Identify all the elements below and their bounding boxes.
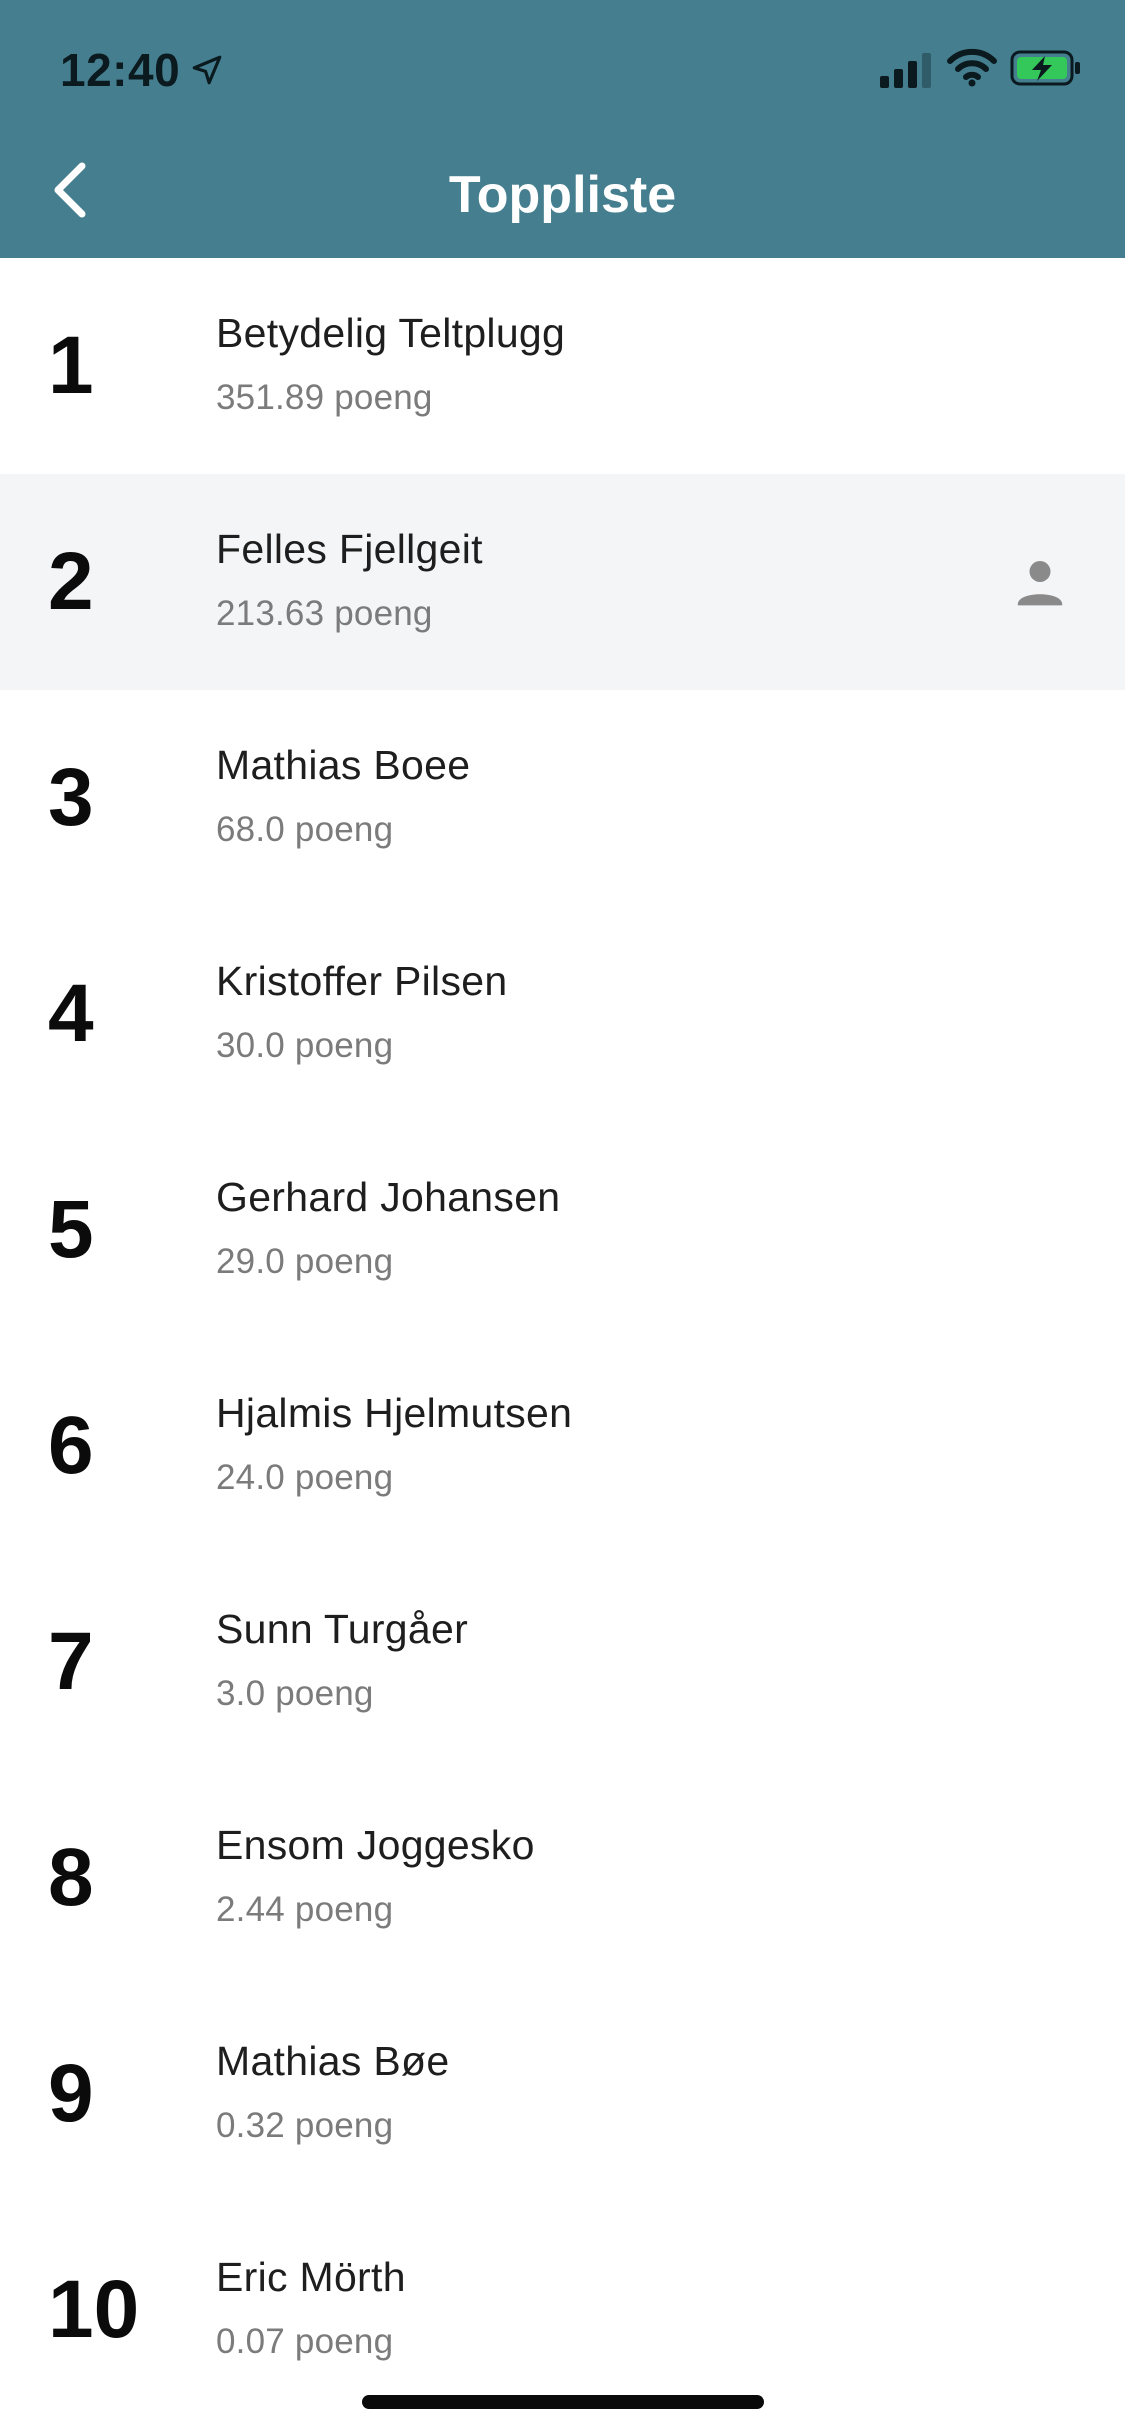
points-value: 24.0 [216, 1458, 285, 1497]
points-value: 30.0 [216, 1026, 285, 1065]
points-unit: poeng [294, 2106, 394, 2145]
rank-number: 7 [48, 1616, 94, 1707]
header: 12:40 Toppliste [0, 0, 1125, 258]
points-value: 29.0 [216, 1242, 285, 1281]
player-name: Mathias Bøe [216, 2038, 450, 2084]
player-points: 2.44 poeng [216, 1890, 393, 1930]
rank-number: 8 [48, 1832, 94, 1923]
points-value: 68.0 [216, 810, 285, 849]
status-time-group: 12:40 [60, 40, 224, 100]
player-points: 0.07 poeng [216, 2322, 393, 2362]
location-arrow-icon [192, 55, 222, 85]
leaderboard-row-current-user[interactable]: 2 Felles Fjellgeit 213.63 poeng [0, 474, 1125, 690]
leaderboard-screen: 12:40 Toppliste 1 Betydelig Teltplugg 35… [0, 0, 1125, 2436]
player-points: 3.0 poeng [216, 1674, 374, 1714]
leaderboard-row[interactable]: 9 Mathias Bøe 0.32 poeng [0, 1986, 1125, 2202]
status-time: 12:40 [60, 44, 181, 96]
points-unit: poeng [294, 1242, 394, 1281]
leaderboard-row[interactable]: 7 Sunn Turgåer 3.0 poeng [0, 1554, 1125, 1770]
points-unit: poeng [334, 378, 433, 417]
points-value: 3.0 [216, 1674, 266, 1713]
leaderboard-row[interactable]: 6 Hjalmis Hjelmutsen 24.0 poeng [0, 1338, 1125, 1554]
points-value: 0.32 [216, 2106, 285, 2145]
rank-number: 5 [48, 1184, 94, 1275]
player-name: Kristoffer Pilsen [216, 958, 508, 1004]
points-unit: poeng [294, 1026, 394, 1065]
battery-charging-icon [1010, 50, 1080, 86]
navigation-bar: Toppliste [0, 132, 1125, 258]
points-value: 213.63 [216, 594, 325, 633]
leaderboard-row[interactable]: 8 Ensom Joggesko 2.44 poeng [0, 1770, 1125, 1986]
rank-number: 4 [48, 968, 94, 1059]
points-value: 351.89 [216, 378, 325, 417]
player-name: Sunn Turgåer [216, 1606, 469, 1652]
points-value: 2.44 [216, 1890, 285, 1929]
player-points: 351.89 poeng [216, 378, 433, 418]
player-points: 0.32 poeng [216, 2106, 393, 2146]
points-value: 0.07 [216, 2322, 285, 2361]
home-indicator [362, 2395, 764, 2409]
player-name: Ensom Joggesko [216, 1822, 535, 1868]
player-name: Gerhard Johansen [216, 1174, 561, 1220]
leaderboard-row[interactable]: 1 Betydelig Teltplugg 351.89 poeng [0, 258, 1125, 474]
points-unit: poeng [294, 1458, 394, 1497]
chevron-left-icon [54, 162, 86, 218]
player-name: Hjalmis Hjelmutsen [216, 1390, 573, 1436]
points-unit: poeng [275, 1674, 374, 1713]
player-name: Eric Mörth [216, 2254, 406, 2300]
player-name: Betydelig Teltplugg [216, 310, 566, 356]
rank-number: 1 [48, 320, 94, 411]
leaderboard-row[interactable]: 5 Gerhard Johansen 29.0 poeng [0, 1122, 1125, 1338]
status-bar: 12:40 [0, 0, 1125, 132]
page-title: Toppliste [448, 166, 677, 224]
points-unit: poeng [294, 2322, 394, 2361]
cellular-signal-icon [880, 53, 931, 88]
rank-number: 6 [48, 1400, 94, 1491]
wifi-icon [947, 48, 997, 87]
rank-number: 9 [48, 2048, 94, 2139]
player-points: 68.0 poeng [216, 810, 393, 850]
player-points: 30.0 poeng [216, 1026, 393, 1066]
rank-number: 3 [48, 752, 94, 843]
rank-number: 10 [48, 2264, 140, 2355]
points-unit: poeng [294, 810, 394, 849]
person-icon [1017, 561, 1063, 606]
points-unit: poeng [334, 594, 433, 633]
player-points: 24.0 poeng [216, 1458, 393, 1498]
leaderboard-row[interactable]: 10 Eric Mörth 0.07 poeng [0, 2202, 1125, 2418]
player-points: 213.63 poeng [216, 594, 433, 634]
leaderboard-row[interactable]: 3 Mathias Boee 68.0 poeng [0, 690, 1125, 906]
back-button[interactable] [30, 150, 110, 230]
player-name: Felles Fjellgeit [216, 526, 483, 572]
leaderboard-list: 1 Betydelig Teltplugg 351.89 poeng 2 Fell… [0, 258, 1125, 2418]
player-points: 29.0 poeng [216, 1242, 393, 1282]
leaderboard-row[interactable]: 4 Kristoffer Pilsen 30.0 poeng [0, 906, 1125, 1122]
points-unit: poeng [294, 1890, 394, 1929]
player-name: Mathias Boee [216, 742, 471, 788]
rank-number: 2 [48, 536, 94, 627]
